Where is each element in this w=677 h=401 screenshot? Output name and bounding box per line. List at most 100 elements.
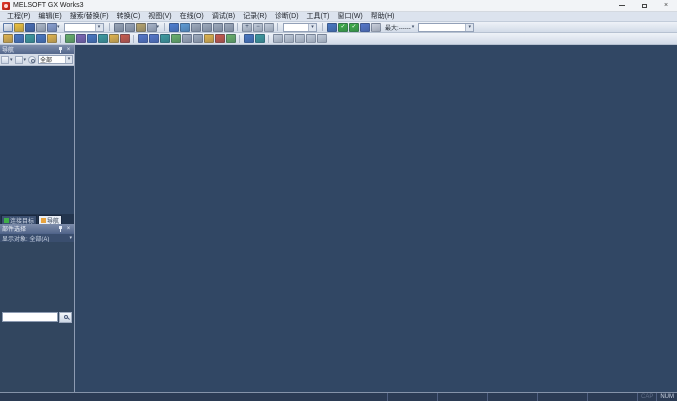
display-target-dropdown[interactable]: 显示对象: 全部(A) ▾: [0, 233, 74, 243]
new-project-icon[interactable]: [3, 22, 13, 32]
close-button[interactable]: ×: [655, 0, 677, 12]
element-search-input[interactable]: [2, 312, 58, 322]
read-from-plc-icon[interactable]: [180, 22, 191, 32]
statusbar-segment-1: [386, 393, 437, 401]
rebuild-all-icon[interactable]: [120, 34, 130, 43]
zoom-fit-icon[interactable]: [264, 22, 275, 32]
cut-icon[interactable]: [113, 22, 124, 32]
quick-find-combo[interactable]: ▾: [63, 22, 104, 32]
tab-connection-destination[interactable]: 连接目标: [1, 215, 38, 225]
menubar: 工程(P) 编辑(E) 搜索/替换(F) 转换(C) 视图(V) 在线(O) 调试(B) 记录…: [0, 12, 677, 22]
menu-project[interactable]: 工程(P): [3, 12, 34, 22]
menu-convert[interactable]: 转换(C): [113, 12, 145, 22]
watch-item-combo[interactable]: ▾: [418, 22, 475, 32]
label-editor-icon[interactable]: [47, 34, 57, 43]
options-icon[interactable]: [317, 34, 327, 43]
fb-icon[interactable]: [36, 34, 46, 43]
write-mode-icon[interactable]: [255, 34, 265, 43]
restore-icon: [641, 2, 652, 9]
menu-find-replace[interactable]: 搜索/替换(F): [66, 12, 113, 22]
program-check-icon[interactable]: [98, 34, 108, 43]
ladder-open-contact-icon[interactable]: [138, 34, 148, 43]
chevron-down-icon: ▾: [465, 23, 474, 31]
tree-sort-icon[interactable]: [14, 55, 23, 64]
tab-navigation[interactable]: 导航: [38, 215, 63, 225]
note-display-icon[interactable]: [226, 34, 236, 43]
zoom-level-combo[interactable]: ▾: [283, 22, 318, 32]
statusbar-segment-2: [436, 393, 487, 401]
main-toolbar: ▾ ▾ ▾ + − ▾ ✓ ✓ 最大:------ ▾ ▾: [0, 22, 677, 33]
element-selection-close-icon[interactable]: ×: [65, 225, 72, 233]
monitor-write-icon[interactable]: ✓: [349, 22, 360, 32]
device-comment-icon[interactable]: [65, 34, 75, 43]
column-width-icon[interactable]: [295, 34, 305, 43]
ladder-vertical-line-icon[interactable]: [182, 34, 192, 43]
print-icon[interactable]: [36, 22, 46, 32]
write-to-plc-icon[interactable]: [169, 22, 180, 32]
statusbar-segment-4: [536, 393, 587, 401]
menu-help[interactable]: 帮助(H): [367, 12, 399, 22]
search-button[interactable]: [59, 311, 72, 323]
chevron-down-icon: ▾: [156, 24, 160, 30]
redo-icon[interactable]: [146, 22, 157, 32]
paste-icon[interactable]: [135, 22, 146, 32]
navigation-tree[interactable]: [0, 66, 74, 214]
open-project-icon[interactable]: [14, 22, 24, 32]
menu-edit[interactable]: 编辑(E): [34, 12, 65, 22]
menu-view[interactable]: 视图(V): [144, 12, 175, 22]
ladder-instruction-icon[interactable]: [171, 34, 181, 43]
max-scan-dropdown-icon[interactable]: ▾: [412, 24, 415, 30]
monitor-start-icon[interactable]: ✓: [338, 22, 349, 32]
content-area: 导航 × ▾ ▾ 全部 ▾ 连接目标 导航 部件选择 × 显示对象: 全部(A) ▾: [0, 45, 677, 392]
pin-icon[interactable]: [57, 225, 64, 232]
monitor-flag-icon[interactable]: [327, 22, 338, 32]
menu-debug[interactable]: 调试(B): [208, 12, 239, 22]
copy-icon[interactable]: [124, 22, 135, 32]
chevron-down-icon: ▾: [65, 56, 72, 63]
zoom-out-icon[interactable]: −: [253, 22, 264, 32]
ladder-close-contact-icon[interactable]: [149, 34, 159, 43]
remote-operation-icon[interactable]: [202, 22, 213, 32]
monitor-mode-icon[interactable]: [244, 34, 254, 43]
device-memory-icon[interactable]: [213, 22, 224, 32]
comment-display-icon[interactable]: [204, 34, 214, 43]
toolbar-separator: [108, 23, 110, 31]
device-display-icon[interactable]: [284, 34, 294, 43]
toolbar-separator: [164, 23, 166, 31]
navigation-close-icon[interactable]: ×: [65, 46, 72, 54]
device-list-icon[interactable]: [87, 34, 97, 43]
menu-recording[interactable]: 记录(R): [239, 12, 271, 22]
navigation-pane: 导航 × ▾ ▾ 全部 ▾ 连接目标 导航 部件选择 × 显示对象: 全部(A) ▾: [0, 45, 75, 392]
tree-expand-icon[interactable]: [1, 55, 9, 64]
minimize-button[interactable]: [611, 0, 633, 12]
zoom-in-icon[interactable]: +: [242, 22, 253, 32]
module-config-icon[interactable]: [3, 34, 13, 43]
parameter-icon[interactable]: [14, 34, 24, 43]
statusbar-message-area: [0, 393, 387, 401]
statement-display-icon[interactable]: [215, 34, 225, 43]
menu-diagnostics[interactable]: 诊断(D): [271, 12, 303, 22]
chevron-down-icon: ▾: [57, 24, 60, 30]
pin-icon[interactable]: [57, 46, 64, 53]
wrap-display-icon[interactable]: [306, 34, 316, 43]
save-project-icon[interactable]: [25, 22, 35, 32]
program-body-icon[interactable]: [25, 34, 35, 43]
menu-tool[interactable]: 工具(T): [303, 12, 334, 22]
simulation-start-icon[interactable]: [360, 22, 371, 32]
cross-reference-icon[interactable]: [76, 34, 86, 43]
watch-window-icon[interactable]: [224, 22, 235, 32]
max-scan-label: 最大:------: [385, 25, 411, 32]
menu-window[interactable]: 窗口(W): [333, 12, 366, 22]
menu-online[interactable]: 在线(O): [176, 12, 208, 22]
navigation-toolbar: ▾ ▾ 全部 ▾: [0, 54, 74, 66]
ladder-coil-icon[interactable]: [160, 34, 170, 43]
settings-gear-icon[interactable]: [28, 55, 37, 64]
fb-library-icon[interactable]: [371, 22, 382, 32]
build-icon[interactable]: [109, 34, 119, 43]
ladder-horizontal-line-icon[interactable]: [193, 34, 203, 43]
display-format-icon[interactable]: [273, 34, 283, 43]
navigation-filter-combo[interactable]: 全部 ▾: [38, 55, 73, 64]
verify-with-plc-icon[interactable]: [191, 22, 202, 32]
restore-button[interactable]: [633, 0, 655, 12]
undo-icon[interactable]: [47, 22, 57, 32]
